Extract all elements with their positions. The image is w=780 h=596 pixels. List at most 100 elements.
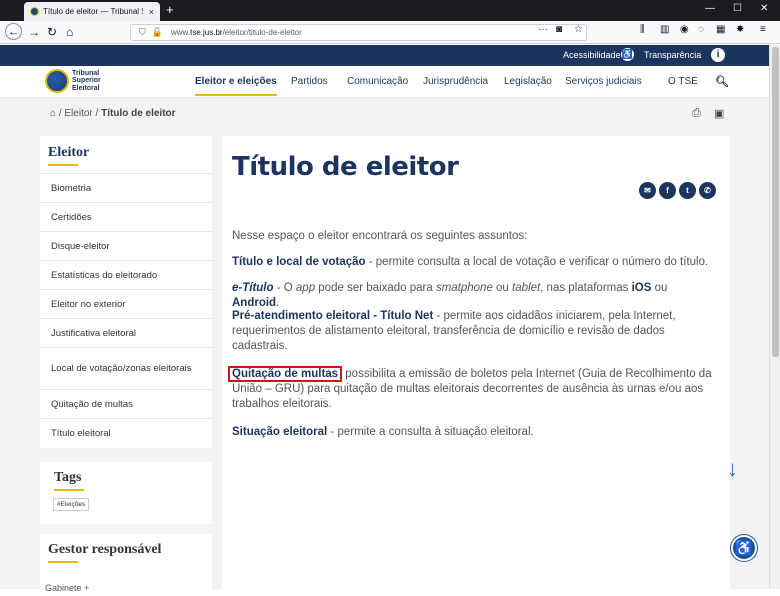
menu-jurisprudencia[interactable]: Jurisprudência	[423, 76, 488, 87]
extension2-icon[interactable]: ▦	[716, 24, 725, 35]
main-area: Eleitor Biometria Certidões Disque-eleit…	[0, 128, 769, 596]
menu-legislacao[interactable]: Legislação	[504, 76, 552, 87]
link-situacao-eleitoral[interactable]: Situação eleitoral	[232, 426, 327, 438]
minimize-icon[interactable]: —	[705, 3, 715, 14]
insecure-lock-icon: 🔓	[151, 27, 163, 37]
link-quitacao-multas[interactable]: Quitação de multas	[228, 366, 343, 382]
back-button[interactable]: ←	[5, 23, 22, 40]
tab-title: Título de eleitor — Tribunal Sup	[43, 7, 143, 16]
sidebar-item-estatisticas[interactable]: Estatísticas do eleitorado	[40, 260, 212, 289]
logo-line1: Tribunal	[72, 69, 100, 77]
page-title: Título de eleitor	[232, 152, 459, 182]
print-icon[interactable]: ⎙	[692, 107, 701, 120]
sidebar-item-exterior[interactable]: Eleitor no exterior	[40, 289, 212, 318]
breadcrumb-eleitor[interactable]: Eleitor	[64, 108, 92, 119]
search-icon[interactable]: 🔍︎	[715, 75, 729, 88]
menu-servicos-judiciais[interactable]: Serviços judiciais	[565, 76, 642, 87]
sidebar-item-local-votacao[interactable]: Local de votação/zonas eleitorais	[40, 347, 212, 389]
reload-icon[interactable]: ↻	[47, 25, 57, 39]
pocket-icon[interactable]: ◙	[556, 24, 562, 35]
info-icon[interactable]: i	[711, 48, 725, 62]
sidebar-eleitor: Eleitor Biometria Certidões Disque-eleit…	[40, 136, 212, 448]
browser-tab-bar: Título de eleitor — Tribunal Sup × + — ☐…	[0, 0, 780, 21]
link-ios[interactable]: iOS	[632, 282, 652, 294]
breadcrumb-sep: /	[58, 108, 62, 119]
url-host: tse.jus.br	[190, 28, 223, 37]
url-path: /eleitor/titulo-de-eleitor	[222, 28, 302, 37]
gestor-title: Gestor responsável	[48, 542, 162, 557]
home-icon[interactable]: ⌂	[66, 25, 73, 39]
new-tab-button[interactable]: +	[166, 2, 174, 17]
accessibility-icon[interactable]: ♿	[621, 48, 634, 61]
tags-title: Tags	[54, 470, 82, 485]
browser-tab[interactable]: Título de eleitor — Tribunal Sup ×	[24, 2, 160, 21]
sidebar-item-disque-eleitor[interactable]: Disque-eleitor	[40, 231, 212, 260]
gestor-box: Gestor responsável Gabinete +	[40, 534, 212, 594]
sidebar-item-quitacao[interactable]: Quitação de multas	[40, 389, 212, 418]
title-underline	[54, 489, 84, 491]
tag-chip[interactable]: #Eleições	[53, 498, 90, 511]
sidebar-item-biometria[interactable]: Biometria	[40, 173, 212, 202]
link-etitulo[interactable]: e-Título	[232, 282, 274, 294]
sidebar-item-titulo-eleitoral[interactable]: Título eleitoral	[40, 418, 212, 447]
site-top-strip: Acessibilidade ♿ Transparência i	[0, 45, 769, 66]
maximize-icon[interactable]: ☐	[733, 3, 742, 14]
para-titulo-local: Título e local de votação - permite cons…	[232, 256, 709, 268]
para-titulo-net: Pré-atendimento eleitoral - Título Net -…	[232, 310, 676, 352]
library-icon[interactable]: ⫼	[640, 24, 645, 35]
breadcrumb: ⌂ / Eleitor / Título de eleitor	[50, 108, 176, 119]
para-etitulo: e-Título - O app pode ser baixado para s…	[232, 282, 668, 309]
url-prefix: www.	[170, 28, 191, 37]
scroll-down-arrow-icon[interactable]: ↓	[727, 456, 738, 482]
facebook-share-icon[interactable]: f	[659, 182, 676, 199]
shield-icon: ⛉	[139, 27, 146, 37]
menu-partidos[interactable]: Partidos	[291, 76, 328, 87]
title-underline	[48, 164, 78, 166]
extension3-icon[interactable]: ✸	[736, 24, 744, 35]
tse-seal-icon	[45, 69, 69, 93]
sidebar-item-certidoes[interactable]: Certidões	[40, 202, 212, 231]
page-scrollbar[interactable]	[769, 45, 780, 589]
tab-close-icon[interactable]: ×	[149, 7, 154, 17]
para-situacao: Situação eleitoral - permite a consulta …	[232, 426, 534, 438]
title-underline	[48, 561, 78, 563]
tse-logo[interactable]: Tribunal Superior Eleitoral	[45, 69, 101, 93]
bookmark-star-icon[interactable]: ☆	[574, 24, 583, 35]
gestor-value[interactable]: Gabinete +	[45, 583, 89, 593]
link-titulo-local[interactable]: Título e local de votação	[232, 256, 366, 268]
content-panel: Título de eleitor ✉ f t ✆ Nesse espaço o…	[222, 136, 738, 596]
scrollbar-thumb[interactable]	[772, 47, 779, 357]
sidebar-icon[interactable]: ▥	[660, 24, 669, 35]
sidebar-title: Eleitor	[48, 145, 90, 160]
extension-icon[interactable]: ◌	[698, 24, 704, 35]
url-bar[interactable]: ⛉ 🔓 www. tse.jus.br/eleitor/titulo-de-ele…	[130, 24, 587, 41]
menu-o-tse[interactable]: O TSE	[668, 76, 698, 87]
account-icon[interactable]: ◉	[680, 24, 689, 35]
accessibility-widget-icon[interactable]: ♿	[731, 535, 757, 561]
sidebar-item-justificativa[interactable]: Justificativa eleitoral	[40, 318, 212, 347]
forward-icon[interactable]: →	[28, 25, 40, 39]
menu-hamburger-icon[interactable]: ≡	[760, 24, 766, 35]
intro-text: Nesse espaço o eleitor encontrará os seg…	[232, 230, 528, 242]
logo-line3: Eleitoral	[72, 84, 100, 92]
breadcrumb-bar: ⌂ / Eleitor / Título de eleitor ⎙ ▣	[0, 98, 769, 128]
page-actions-icon[interactable]: ···	[538, 24, 548, 35]
twitter-share-icon[interactable]: t	[679, 182, 696, 199]
breadcrumb-current: Título de eleitor	[101, 108, 176, 119]
whatsapp-share-icon[interactable]: ✆	[699, 182, 716, 199]
transparency-link[interactable]: Transparência	[644, 50, 701, 60]
link-android[interactable]: Android	[232, 297, 276, 309]
home-breadcrumb-icon[interactable]: ⌂	[50, 108, 56, 119]
accessibility-link[interactable]: Acessibilidade	[563, 50, 621, 60]
menu-comunicacao[interactable]: Comunicação	[347, 76, 408, 87]
close-window-icon[interactable]: ✕	[760, 3, 768, 14]
link-titulo-net[interactable]: Pré-atendimento eleitoral - Título Net	[232, 310, 433, 322]
menu-eleitor-e-eleicoes[interactable]: Eleitor e eleições	[195, 76, 277, 96]
breadcrumb-sep: /	[95, 108, 99, 119]
site-header: Tribunal Superior Eleitoral Eleitor e el…	[0, 66, 769, 98]
para-quitacao: Quitação de multas possibilita a emissão…	[228, 366, 717, 412]
save-icon[interactable]: ▣	[714, 107, 724, 120]
email-share-icon[interactable]: ✉	[639, 182, 656, 199]
logo-line2: Superior	[72, 77, 101, 85]
tse-favicon-icon	[30, 7, 39, 16]
